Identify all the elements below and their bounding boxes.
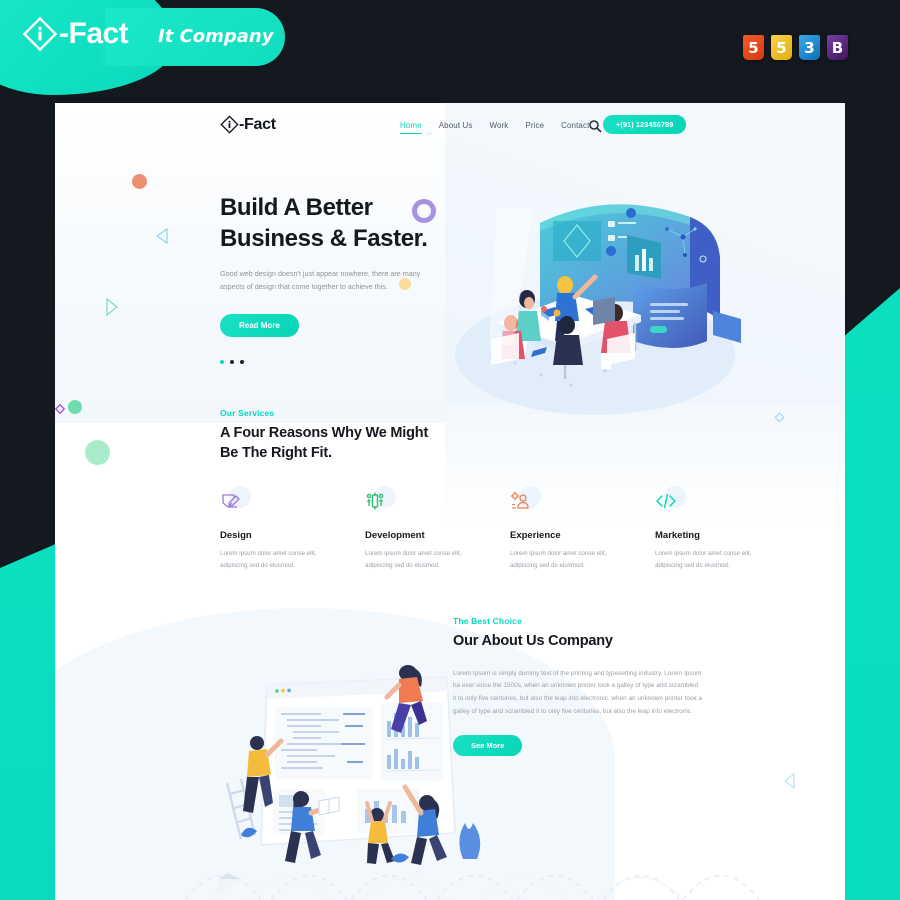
team-meeting-curved-screens-illustration xyxy=(445,163,765,423)
diamond-i-logo-icon xyxy=(22,16,58,52)
process-steps-section: 01 02 03 04 xyxy=(55,843,845,900)
marketing-code-brackets-icon xyxy=(655,491,677,516)
teal-accent-shape-right xyxy=(836,288,900,900)
diamond-i-logo-icon xyxy=(220,115,239,134)
css3-badge: 3 xyxy=(799,35,820,60)
service-desc: Lorem ipsum dolor amet conse elit, adipi… xyxy=(655,550,752,569)
service-name: Marketing xyxy=(655,530,700,542)
service-icon-wrap xyxy=(510,486,542,519)
service-name: Development xyxy=(365,530,425,542)
bootstrap-badge: B xyxy=(827,35,848,60)
about-body: Lorem Ipsum is simply dummy text of the … xyxy=(453,669,703,715)
banner-logo: -Fact xyxy=(22,16,129,52)
search-icon[interactable] xyxy=(588,119,602,133)
service-card-marketing[interactable]: Marketing Lorem ipsum dolor amet conse e… xyxy=(655,486,762,571)
blue-diamond-deco xyxy=(773,411,786,429)
nav-link-contact[interactable]: Contact xyxy=(561,121,589,134)
blue-triangle-deco xyxy=(155,227,169,249)
purple-ring-deco xyxy=(412,199,436,223)
service-card-experience[interactable]: Experience Lorem ipsum dolor amet conse … xyxy=(510,486,617,571)
hero-slider-dots xyxy=(220,359,460,364)
paper-plane-icon xyxy=(213,873,241,900)
services-title: A Four Reasons Why We Might Be The Right… xyxy=(220,424,800,463)
hero-title-line2: Business & Faster. xyxy=(220,224,428,252)
nav-links: Home About Us Work Price Contact xyxy=(400,121,589,134)
service-desc: Lorem ipsum dolor amet conse elit, adipi… xyxy=(220,550,317,569)
service-icon-wrap xyxy=(220,486,252,519)
development-gear-people-icon xyxy=(365,491,385,516)
about-kicker: The Best Choice xyxy=(453,616,522,626)
purple-diamond-deco xyxy=(54,402,66,420)
teal-accent-shape-left xyxy=(0,543,58,900)
css3-badge-label: 3 xyxy=(804,38,815,57)
services-kicker: Our Services xyxy=(220,408,275,418)
hero-slider-dot-1[interactable] xyxy=(220,359,224,364)
nav-link-home[interactable]: Home xyxy=(400,121,422,134)
about-title: Our About Us Company xyxy=(453,633,613,649)
experience-user-settings-icon xyxy=(510,491,530,516)
blue-triangle-low-deco xyxy=(783,772,796,794)
html5-badge-label: 5 xyxy=(748,38,759,57)
html5-badge: 5 xyxy=(743,35,764,60)
nav-link-about-us[interactable]: About Us xyxy=(439,121,473,134)
salmon-circle-deco xyxy=(132,174,147,189)
nav-link-work[interactable]: Work xyxy=(489,121,508,134)
site-logo-wordmark: -Fact xyxy=(239,115,276,133)
tech-badges-group: 5 5 3 B xyxy=(743,35,848,60)
banner-tagline: It Company xyxy=(158,26,274,47)
green-triangle-deco xyxy=(105,297,119,321)
hero-slider-dot-2[interactable] xyxy=(230,359,234,364)
green-circle-small-deco xyxy=(68,400,82,414)
hero-read-more-button[interactable]: Read More xyxy=(220,313,299,337)
service-icon-wrap xyxy=(655,486,687,519)
service-card-design[interactable]: Design Lorem ipsum dolor amet conse elit… xyxy=(220,486,327,571)
site-navbar: -Fact Home About Us Work Price Contact +… xyxy=(55,103,845,151)
design-pen-icon xyxy=(220,491,240,516)
green-circle-large-deco xyxy=(85,440,110,465)
service-card-development[interactable]: Development Lorem ipsum dolor amet conse… xyxy=(365,486,472,571)
services-title-line2: Be The Right Fit. xyxy=(220,444,332,461)
services-section: Our Services A Four Reasons Why We Might… xyxy=(220,408,800,571)
service-name: Design xyxy=(220,530,252,542)
service-desc: Lorem ipsum dolor amet conse elit, adipi… xyxy=(510,550,607,569)
javascript-badge-label: 5 xyxy=(776,38,787,57)
services-title-line1: A Four Reasons Why We Might xyxy=(220,425,429,441)
service-desc: Lorem ipsum dolor amet conse elit, adipi… xyxy=(365,550,462,569)
phone-cta-button[interactable]: +(91) 123456789 xyxy=(603,115,687,134)
website-preview: -Fact Home About Us Work Price Contact +… xyxy=(55,103,845,900)
bootstrap-badge-label: B xyxy=(831,38,844,57)
site-logo[interactable]: -Fact xyxy=(220,115,276,134)
yellow-dot-deco xyxy=(399,278,411,290)
about-section: The Best Choice Our About Us Company Lor… xyxy=(453,616,753,756)
banner-logo-wordmark: -Fact xyxy=(59,17,129,50)
about-see-more-button[interactable]: See More xyxy=(453,734,523,756)
services-grid: Design Lorem ipsum dolor amet conse elit… xyxy=(220,486,800,571)
nav-link-price[interactable]: Price xyxy=(525,121,544,134)
javascript-badge: 5 xyxy=(771,35,792,60)
service-name: Experience xyxy=(510,530,561,542)
hero-slider-dot-3[interactable] xyxy=(240,359,244,364)
service-icon-wrap xyxy=(365,486,397,519)
